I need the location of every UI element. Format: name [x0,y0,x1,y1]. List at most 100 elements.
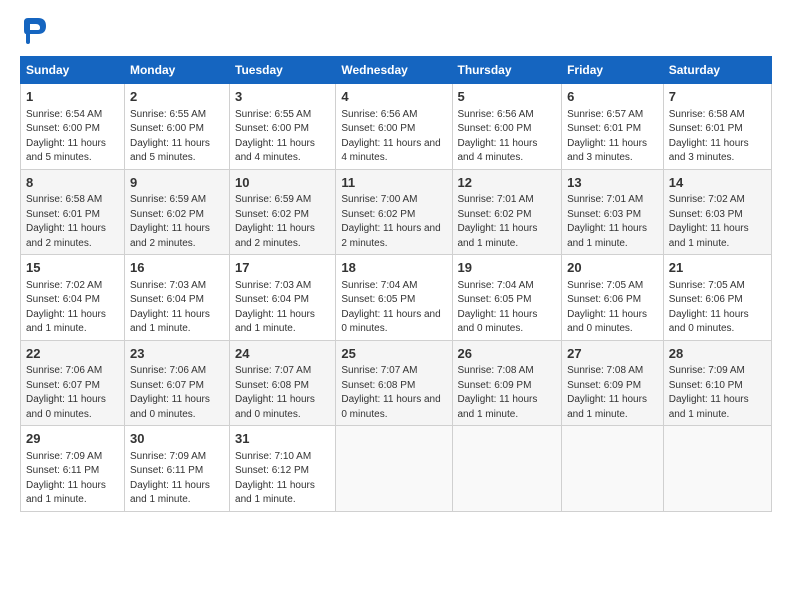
calendar-cell: 17Sunrise: 7:03 AMSunset: 6:04 PMDayligh… [230,255,336,341]
calendar-cell: 6Sunrise: 6:57 AMSunset: 6:01 PMDaylight… [562,84,664,170]
daylight: Daylight: 11 hours and 1 minute. [669,394,749,420]
sunset: Sunset: 6:00 PM [235,123,309,134]
calendar-cell: 26Sunrise: 7:08 AMSunset: 6:09 PMDayligh… [452,340,562,426]
daylight: Daylight: 11 hours and 1 minute. [458,394,538,420]
day-number: 23 [130,345,224,363]
sunrise: Sunrise: 7:03 AM [235,280,311,291]
sunrise: Sunrise: 7:09 AM [26,451,102,462]
sunrise: Sunrise: 7:08 AM [567,365,643,376]
daylight: Daylight: 11 hours and 2 minutes. [26,223,106,249]
sunrise: Sunrise: 7:04 AM [458,280,534,291]
sunrise: Sunrise: 7:02 AM [669,194,745,205]
logo-icon [20,16,48,44]
day-number: 29 [26,430,119,448]
calendar-cell: 9Sunrise: 6:59 AMSunset: 6:02 PMDaylight… [124,169,229,255]
day-number: 22 [26,345,119,363]
day-number: 15 [26,259,119,277]
sunrise: Sunrise: 6:56 AM [458,109,534,120]
calendar-cell: 23 Sunrise: 7:06 AM Sunset: 6:07 PM Dayligh… [124,340,229,426]
sunrise: Sunrise: 7:03 AM [130,280,206,291]
calendar-cell: 31 Sunrise: 7:10 AM Sunset: 6:12 PM Dayligh… [230,426,336,512]
daylight: Daylight: 11 hours and 3 minutes. [567,138,647,164]
calendar-cell: 29Sunrise: 7:09 AMSunset: 6:11 PMDayligh… [21,426,125,512]
sunrise: Sunrise: 6:57 AM [567,109,643,120]
calendar-cell: 2Sunrise: 6:55 AMSunset: 6:00 PMDaylight… [124,84,229,170]
sunrise: Sunrise: 7:01 AM [567,194,643,205]
daylight: Daylight: 11 hours and 0 minutes. [567,309,647,335]
calendar-cell: 7Sunrise: 6:58 AMSunset: 6:01 PMDaylight… [663,84,771,170]
calendar-table: SundayMondayTuesdayWednesdayThursdayFrid… [20,56,772,512]
sunset: Sunset: 6:06 PM [669,294,743,305]
calendar-cell: 16Sunrise: 7:03 AMSunset: 6:04 PMDayligh… [124,255,229,341]
sunset: Sunset: 6:05 PM [341,294,415,305]
sunrise: Sunrise: 6:54 AM [26,109,102,120]
sunset: Sunset: 6:00 PM [26,123,100,134]
sunrise: Sunrise: 7:09 AM [669,365,745,376]
sunrise: Sunrise: 6:58 AM [669,109,745,120]
day-number: 5 [458,88,557,106]
sunset: Sunset: 6:11 PM [26,465,99,476]
sunset: Sunset: 6:02 PM [235,209,309,220]
calendar-cell: 28Sunrise: 7:09 AMSunset: 6:10 PMDayligh… [663,340,771,426]
sunset: Sunset: 6:00 PM [341,123,415,134]
daylight: Daylight: 11 hours and 1 minute. [235,309,315,335]
sunrise: Sunrise: 6:58 AM [26,194,102,205]
calendar-cell: 25Sunrise: 7:07 AMSunset: 6:08 PMDayligh… [336,340,452,426]
calendar-cell: 11Sunrise: 7:00 AMSunset: 6:02 PMDayligh… [336,169,452,255]
day-number: 10 [235,174,330,192]
daylight: Daylight: 11 hours and 1 minute. [458,223,538,249]
weekday-header-monday: Monday [124,57,229,84]
daylight: Daylight: 11 hours and 4 minutes. [458,138,538,164]
daylight: Daylight: 11 hours and 0 minutes. [26,394,106,420]
day-number: 26 [458,345,557,363]
logo [20,18,52,46]
day-number: 31 [235,430,330,448]
daylight: Daylight: 11 hours and 2 minutes. [341,223,440,249]
daylight: Daylight: 11 hours and 1 minute. [235,480,315,506]
day-number: 20 [567,259,658,277]
sunset: Sunset: 6:00 PM [458,123,532,134]
day-number: 16 [130,259,224,277]
daylight: Daylight: 11 hours and 1 minute. [130,480,210,506]
page: SundayMondayTuesdayWednesdayThursdayFrid… [0,0,792,522]
daylight: Daylight: 11 hours and 0 minutes. [235,394,315,420]
calendar-cell: 30Sunrise: 7:09 AMSunset: 6:11 PMDayligh… [124,426,229,512]
sunrise: Sunrise: 7:00 AM [341,194,417,205]
daylight: Daylight: 11 hours and 1 minute. [567,394,647,420]
calendar-cell: 27Sunrise: 7:08 AMSunset: 6:09 PMDayligh… [562,340,664,426]
day-number: 14 [669,174,766,192]
sunrise: Sunrise: 7:07 AM [235,365,311,376]
day-number: 17 [235,259,330,277]
sunrise: Sunrise: 7:05 AM [669,280,745,291]
day-number: 3 [235,88,330,106]
sunrise: Sunrise: 7:06 AM [130,365,206,376]
calendar-cell: 19Sunrise: 7:04 AMSunset: 6:05 PMDayligh… [452,255,562,341]
daylight: Daylight: 11 hours and 1 minute. [669,223,749,249]
daylight: Daylight: 11 hours and 5 minutes. [130,138,210,164]
calendar-cell: 10Sunrise: 6:59 AMSunset: 6:02 PMDayligh… [230,169,336,255]
day-number: 4 [341,88,446,106]
sunset: Sunset: 6:07 PM [130,380,204,391]
sunset: Sunset: 6:11 PM [130,465,203,476]
sunset: Sunset: 6:02 PM [130,209,204,220]
sunset: Sunset: 6:09 PM [567,380,641,391]
sunrise: Sunrise: 7:10 AM [235,451,311,462]
sunset: Sunset: 6:08 PM [235,380,309,391]
weekday-header-tuesday: Tuesday [230,57,336,84]
sunset: Sunset: 6:02 PM [458,209,532,220]
sunset: Sunset: 6:06 PM [567,294,641,305]
daylight: Daylight: 11 hours and 4 minutes. [341,138,440,164]
sunset: Sunset: 6:03 PM [567,209,641,220]
sunrise: Sunrise: 6:55 AM [235,109,311,120]
calendar-cell [452,426,562,512]
sunset: Sunset: 6:12 PM [235,465,309,476]
calendar-cell: 8Sunrise: 6:58 AMSunset: 6:01 PMDaylight… [21,169,125,255]
calendar-cell: 12Sunrise: 7:01 AMSunset: 6:02 PMDayligh… [452,169,562,255]
sunrise: Sunrise: 6:55 AM [130,109,206,120]
daylight: Daylight: 11 hours and 0 minutes. [130,394,210,420]
sunset: Sunset: 6:07 PM [26,380,100,391]
calendar-cell: 14Sunrise: 7:02 AMSunset: 6:03 PMDayligh… [663,169,771,255]
sunrise: Sunrise: 7:04 AM [341,280,417,291]
calendar-cell: 1Sunrise: 6:54 AMSunset: 6:00 PMDaylight… [21,84,125,170]
sunrise: Sunrise: 6:59 AM [130,194,206,205]
